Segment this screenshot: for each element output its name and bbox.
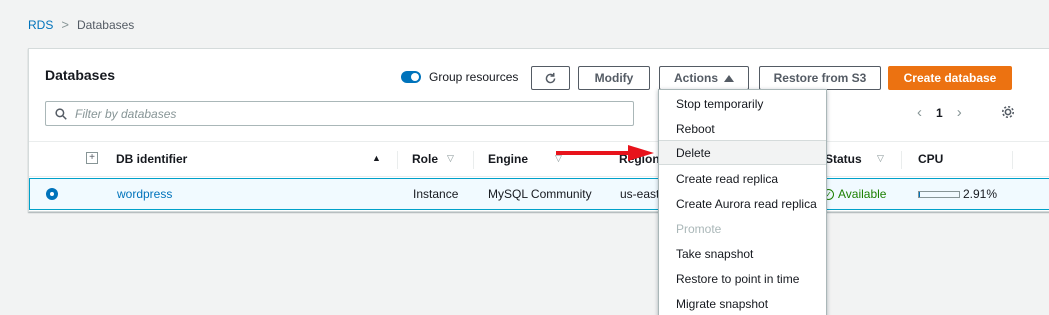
filter-input[interactable] (75, 106, 595, 121)
column-divider (397, 151, 398, 169)
column-header-engine[interactable]: Engine (488, 152, 528, 166)
chevron-right-icon: > (61, 17, 69, 32)
breadcrumb-rds-link[interactable]: RDS (28, 18, 53, 32)
sort-icon[interactable]: ▽ (877, 153, 884, 164)
cpu-bar-fill (919, 192, 921, 197)
search-icon (55, 107, 67, 120)
refresh-button[interactable] (531, 66, 570, 90)
table-row[interactable]: wordpress Instance MySQL Community us-ea… (29, 178, 1049, 210)
status-label: Available (838, 187, 887, 201)
row-role: Instance (413, 187, 459, 201)
filter-field[interactable] (45, 101, 634, 126)
menu-item-promote: Promote (676, 221, 722, 236)
column-header-status[interactable]: Status (825, 152, 862, 166)
status-badge: ✓ Available (823, 187, 886, 201)
row-engine: MySQL Community (488, 187, 592, 201)
sort-icon[interactable]: ▽ (447, 153, 454, 164)
actions-button[interactable]: Actions (659, 66, 749, 90)
cpu-bar (918, 191, 960, 198)
modify-button[interactable]: Modify (578, 66, 650, 90)
column-divider (473, 151, 474, 169)
sort-ascending-icon[interactable]: ▲ (372, 153, 381, 163)
row-region: us-east- (620, 187, 664, 201)
column-header-role[interactable]: Role (412, 152, 438, 166)
page-number[interactable]: 1 (936, 106, 943, 120)
gear-icon[interactable] (1001, 105, 1015, 119)
menu-item-migrate-snapshot[interactable]: Migrate snapshot (659, 291, 826, 315)
chevron-right-icon[interactable]: › (957, 104, 962, 121)
row-select-radio[interactable] (46, 188, 58, 200)
restore-from-s3-button[interactable]: Restore from S3 (759, 66, 881, 90)
toggle-switch-icon[interactable] (401, 71, 421, 83)
column-header-db-identifier[interactable]: DB identifier (116, 152, 187, 166)
menu-item-reboot[interactable]: Reboot (659, 116, 826, 141)
databases-panel: Databases Group resources Modify Actions… (28, 48, 1049, 212)
db-identifier-link[interactable]: wordpress (117, 187, 172, 201)
page-title: Databases (45, 67, 116, 83)
group-resources-toggle[interactable]: Group resources (401, 70, 518, 84)
column-divider (901, 151, 902, 169)
create-database-button[interactable]: Create database (888, 66, 1012, 90)
menu-item-stop-temporarily[interactable]: Stop temporarily (659, 91, 826, 116)
menu-item-create-aurora-read-replica[interactable]: Create Aurora read replica (659, 191, 826, 216)
breadcrumb: RDS > Databases (28, 17, 134, 32)
red-arrow-annotation-icon (556, 145, 654, 161)
chevron-left-icon[interactable]: ‹ (917, 104, 922, 121)
menu-item-create-read-replica[interactable]: Create read replica (659, 166, 826, 191)
actions-dropdown-menu: Stop temporarily Reboot Delete Create re… (658, 89, 827, 315)
refresh-icon (545, 72, 556, 83)
menu-item-delete[interactable]: Delete (659, 140, 826, 165)
column-divider (1012, 151, 1013, 169)
group-resources-label: Group resources (429, 70, 519, 84)
table-header: + DB identifier ▲ Role ▽ Engine ▽ Region… (29, 141, 1049, 177)
menu-item-take-snapshot[interactable]: Take snapshot (659, 241, 826, 266)
column-header-cpu[interactable]: CPU (918, 152, 943, 166)
actions-button-label: Actions (673, 71, 718, 85)
menu-item-restore-to-point-in-time[interactable]: Restore to point in time (659, 266, 826, 291)
cpu-value: 2.91% (963, 187, 998, 201)
breadcrumb-current: Databases (76, 17, 135, 32)
caret-up-icon (724, 74, 734, 82)
expand-all-icon[interactable]: + (86, 152, 98, 164)
pagination: ‹ 1 › (917, 104, 962, 121)
